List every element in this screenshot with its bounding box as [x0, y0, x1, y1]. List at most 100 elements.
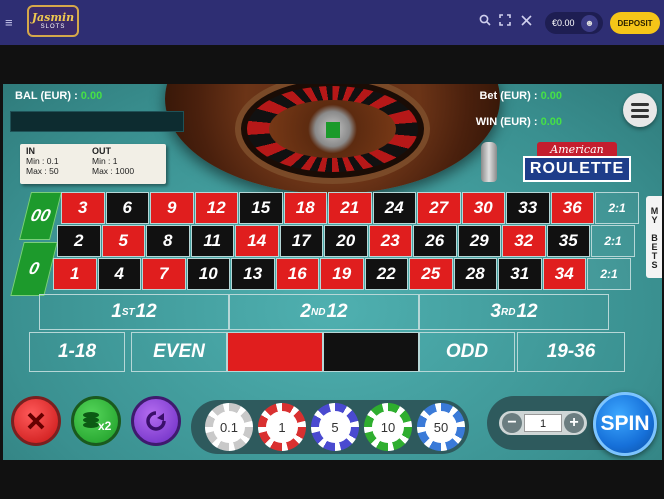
column-bet[interactable]: 2:1	[591, 225, 635, 257]
number-cell[interactable]: 7	[142, 258, 186, 290]
number-cell[interactable]: 3	[61, 192, 105, 224]
number-cell[interactable]: 23	[368, 225, 412, 257]
number-cell[interactable]: 19	[320, 258, 364, 290]
bet-double-zero[interactable]: 00	[19, 192, 62, 240]
number-cell[interactable]: 18	[283, 192, 327, 224]
number-cell[interactable]: 30	[461, 192, 505, 224]
limits-in-min: Min : 0.1	[26, 156, 59, 166]
increase-stake-button[interactable]: +	[564, 413, 584, 433]
menu-icon[interactable]: ≡	[5, 15, 13, 30]
logo-subtext: SLOTS	[40, 23, 66, 30]
number-cell[interactable]: 2	[57, 225, 101, 257]
column-bet[interactable]: 2:1	[595, 192, 639, 224]
number-cell[interactable]: 35	[546, 225, 590, 257]
number-cell[interactable]: 15	[239, 192, 283, 224]
balance-display: BAL (EUR) : 0.00	[15, 90, 102, 102]
dozen-bet[interactable]: 2 ND 12	[229, 294, 419, 330]
number-cell[interactable]: 21	[328, 192, 372, 224]
win-label: WIN (EUR) :	[475, 116, 538, 128]
game-menu-button[interactable]	[623, 93, 657, 127]
logo-text: Jasmin	[31, 10, 75, 24]
chip-1[interactable]: 1	[258, 403, 306, 451]
number-cell[interactable]: 26	[413, 225, 457, 257]
limits-in-max: Max : 50	[26, 166, 59, 176]
limits-out-min: Min : 1	[92, 156, 118, 166]
number-cell[interactable]: 22	[364, 258, 408, 290]
number-cell[interactable]: 32	[502, 225, 546, 257]
bet-black[interactable]	[323, 332, 419, 372]
number-cell[interactable]: 5	[101, 225, 145, 257]
zero-label: 0	[27, 259, 42, 278]
chip-tray: 0.1 1 5 10 50	[191, 400, 469, 454]
number-cell[interactable]: 6	[105, 192, 149, 224]
number-cell[interactable]: 29	[457, 225, 501, 257]
control-bar: x2 0.1 1 5 10 50 − 1 + SPIN	[3, 388, 662, 460]
bet-19-36[interactable]: 19-36	[517, 332, 625, 372]
site-logo[interactable]: Jasmin SLOTS	[27, 5, 79, 37]
clear-bets-button[interactable]	[11, 396, 61, 446]
menu-line	[631, 114, 649, 118]
fullscreen-icon[interactable]	[499, 14, 511, 29]
number-cell[interactable]: 17	[279, 225, 323, 257]
decrease-stake-button[interactable]: −	[502, 413, 522, 433]
number-cell[interactable]: 36	[550, 192, 594, 224]
message-bar	[10, 111, 184, 132]
rebet-button[interactable]	[131, 396, 181, 446]
dozen-ordinal: 3	[490, 301, 501, 322]
column-bet[interactable]: 2:1	[587, 258, 631, 290]
stake-input[interactable]: 1	[524, 414, 562, 432]
double-bet-button[interactable]: x2	[71, 396, 121, 446]
dozen-bet[interactable]: 3 RD 12	[419, 294, 609, 330]
balance-pill[interactable]: €0.00 ☻	[545, 12, 603, 34]
number-cell[interactable]: 33	[506, 192, 550, 224]
bet-even[interactable]: EVEN	[131, 332, 227, 372]
number-cell[interactable]: 10	[186, 258, 230, 290]
spin-button[interactable]: SPIN	[593, 392, 657, 456]
chip-10[interactable]: 10	[364, 403, 412, 451]
dozen-number: 12	[135, 301, 157, 322]
number-cell[interactable]: 24	[372, 192, 416, 224]
number-cell[interactable]: 12	[194, 192, 238, 224]
dozen-ordinal: 1	[111, 301, 122, 322]
number-cell[interactable]: 25	[409, 258, 453, 290]
dozen-suffix: RD	[500, 306, 516, 318]
game-logo-bottom: ROULETTE	[523, 156, 631, 182]
number-cell[interactable]: 13	[231, 258, 275, 290]
my-bets-label: MY BETS	[649, 205, 660, 269]
bet-label: Bet (EUR) :	[479, 90, 538, 102]
bet-red[interactable]	[227, 332, 323, 372]
search-icon[interactable]	[479, 14, 491, 29]
close-icon[interactable]	[521, 14, 532, 29]
roulette-game: BAL (EUR) : 0.00 Bet (EUR) : 0.00 WIN (E…	[3, 84, 662, 460]
number-cell[interactable]: 11	[190, 225, 234, 257]
number-cell[interactable]: 14	[235, 225, 279, 257]
my-bets-tab[interactable]: MY BETS	[646, 196, 662, 278]
win-marker-dolly	[481, 142, 497, 182]
number-cell[interactable]: 16	[275, 258, 319, 290]
number-cell[interactable]: 4	[97, 258, 141, 290]
number-cell[interactable]: 31	[498, 258, 542, 290]
dozen-number: 12	[326, 301, 348, 322]
deposit-button[interactable]: DEPOSIT	[610, 12, 660, 34]
chip-50[interactable]: 50	[417, 403, 465, 451]
bet-value: 0.00	[540, 90, 562, 102]
number-cell[interactable]: 1	[53, 258, 97, 290]
spin-panel: − 1 + SPIN	[487, 392, 657, 456]
wheel-zero-pocket	[326, 122, 340, 138]
number-cell[interactable]: 28	[453, 258, 497, 290]
number-cell[interactable]: 8	[146, 225, 190, 257]
number-cell[interactable]: 27	[417, 192, 461, 224]
bet-1-18[interactable]: 1-18	[29, 332, 125, 372]
number-cell[interactable]: 34	[542, 258, 586, 290]
number-cell[interactable]: 20	[324, 225, 368, 257]
chip-5[interactable]: 5	[311, 403, 359, 451]
double-label: x2	[98, 419, 111, 433]
user-icon[interactable]: ☻	[581, 14, 598, 32]
number-cell[interactable]: 9	[150, 192, 194, 224]
balance-label: BAL (EUR) :	[15, 90, 78, 102]
dozen-bet[interactable]: 1 ST 12	[39, 294, 229, 330]
chip-0.1[interactable]: 0.1	[205, 403, 253, 451]
bet-odd[interactable]: ODD	[419, 332, 515, 372]
bet-display: Bet (EUR) : 0.00	[479, 90, 562, 102]
win-display: WIN (EUR) : 0.00	[476, 116, 562, 128]
